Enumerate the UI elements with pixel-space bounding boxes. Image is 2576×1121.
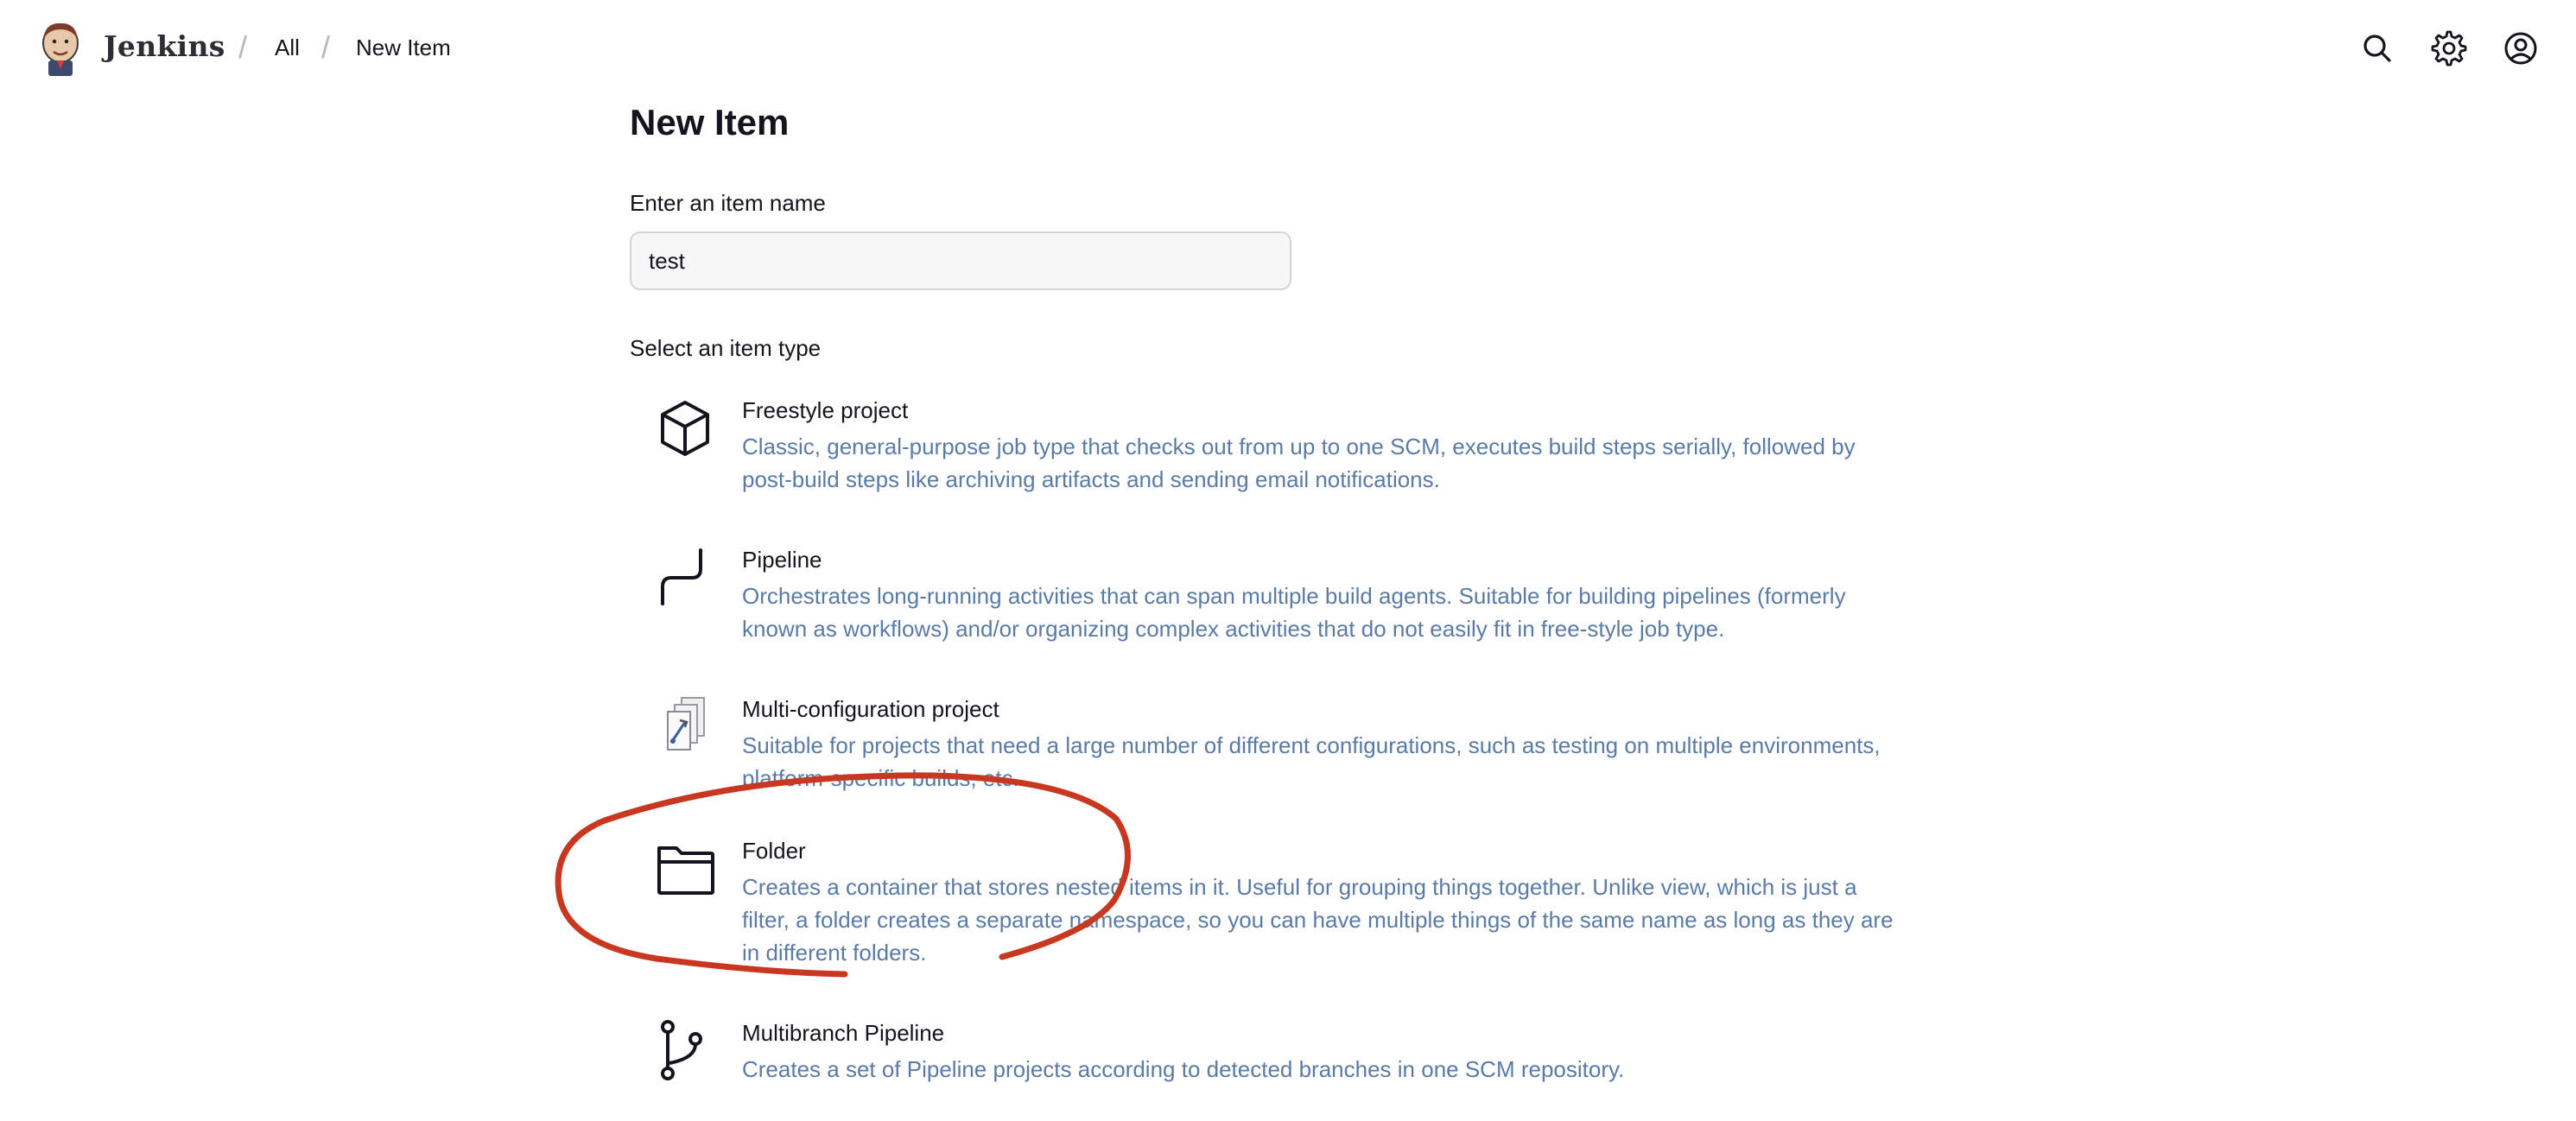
item-type-name: Freestyle project [742,397,909,423]
brand-name[interactable]: Jenkins [104,29,225,63]
page-title: New Item [630,102,790,142]
item-type-description: Creates a set of Pipeline projects accor… [742,1056,1625,1082]
item-name-input[interactable] [630,231,1291,290]
item-type-description: Suitable for projects that need a large … [742,732,1881,791]
item-type-name: Pipeline [742,547,822,573]
multi-config-icon [656,696,716,765]
item-type-description: Creates a container that stores nested i… [742,874,1894,966]
item-type-name: Multibranch Pipeline [742,1020,945,1046]
breadcrumb-new-item[interactable]: New Item [356,35,451,61]
box-icon [656,397,716,466]
item-type-pipeline[interactable]: Pipeline Orchestrates long-running activ… [630,547,1943,650]
branch-icon [656,1020,716,1089]
item-type-description: Classic, general-purpose job type that c… [742,434,1856,492]
search-icon[interactable] [2358,29,2396,67]
item-type-freestyle-project[interactable]: Freestyle project Classic, general-purpo… [630,397,1943,501]
jenkins-new-item-page: Jenkins / All / New Item New Item Enter … [0,0,2576,1121]
breadcrumb-all[interactable]: All [275,35,300,61]
item-type-multibranch-pipeline[interactable]: Multibranch Pipeline Creates a set of Pi… [630,1020,1943,1106]
item-name-label: Enter an item name [630,190,826,216]
item-type-name: Multi-configuration project [742,696,999,722]
user-circle-icon[interactable] [2502,29,2540,67]
gear-icon[interactable] [2430,29,2468,67]
item-type-folder[interactable]: Folder Creates a container that stores n… [630,838,1943,976]
breadcrumb-separator: / [238,29,248,65]
breadcrumb-separator: / [321,29,331,65]
pipeline-icon [656,547,716,616]
item-type-description: Orchestrates long-running activities tha… [742,583,1846,642]
jenkins-logo-icon[interactable] [38,19,83,78]
item-type-name: Folder [742,838,806,864]
item-type-label: Select an item type [630,335,822,361]
top-bar: Jenkins / All / New Item [0,0,2576,98]
item-type-multi-configuration-project[interactable]: Multi-configuration project Suitable for… [630,696,1943,800]
folder-icon [656,838,716,907]
